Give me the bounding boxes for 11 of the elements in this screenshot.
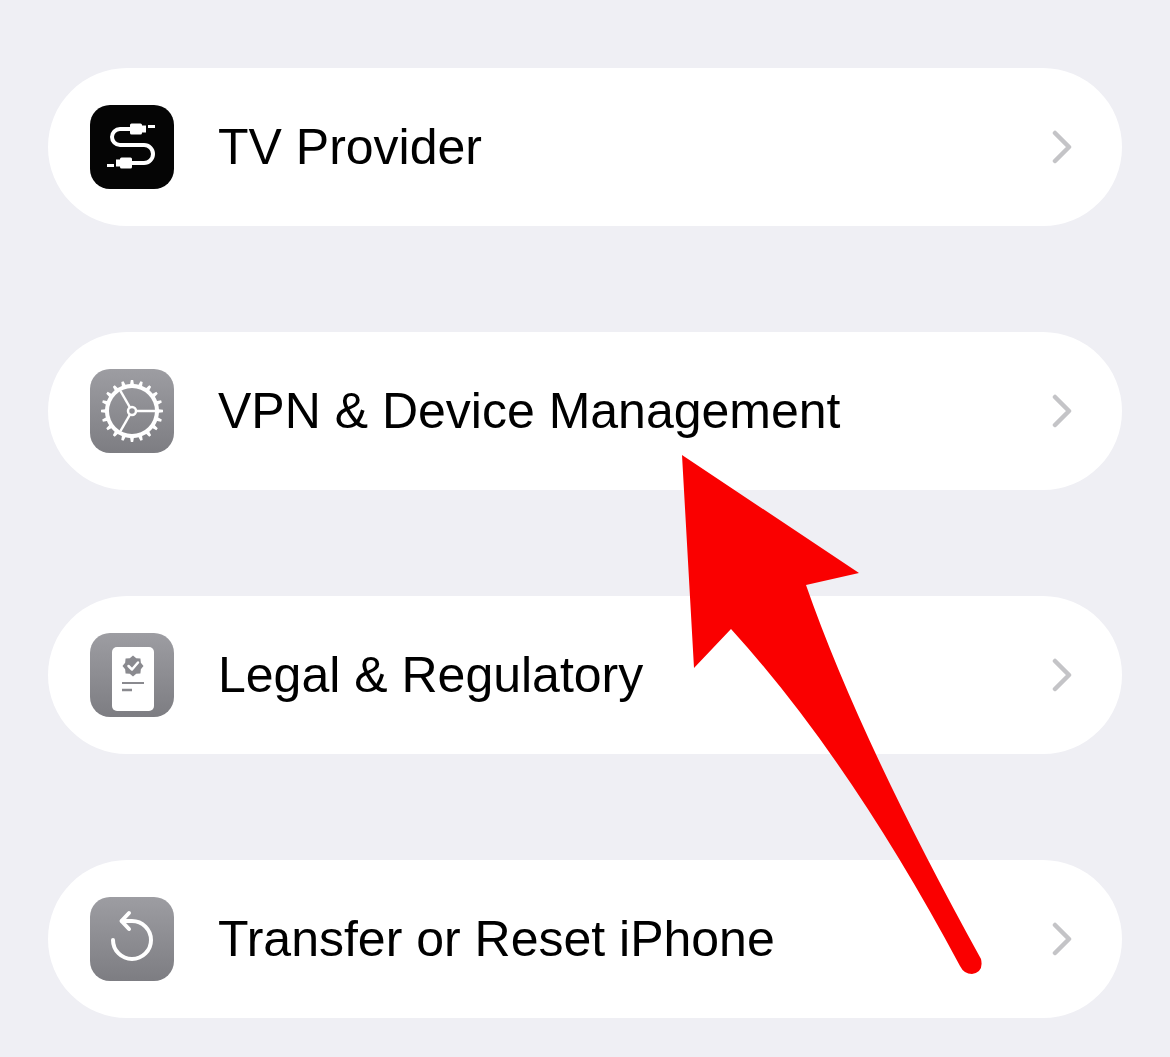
chevron-right-icon: [1052, 394, 1072, 428]
chevron-right-icon: [1052, 658, 1072, 692]
settings-row[interactable]: VPN & Device Management: [48, 332, 1122, 490]
chevron-right-icon: [1052, 130, 1072, 164]
settings-row[interactable]: Transfer or Reset iPhone: [48, 860, 1122, 1018]
gear-icon: [90, 369, 174, 453]
certificate-document-icon: [90, 633, 174, 717]
settings-row[interactable]: Legal & Regulatory: [48, 596, 1122, 754]
cable-icon: [90, 105, 174, 189]
settings-row[interactable]: TV Provider: [48, 68, 1122, 226]
chevron-right-icon: [1052, 922, 1072, 956]
